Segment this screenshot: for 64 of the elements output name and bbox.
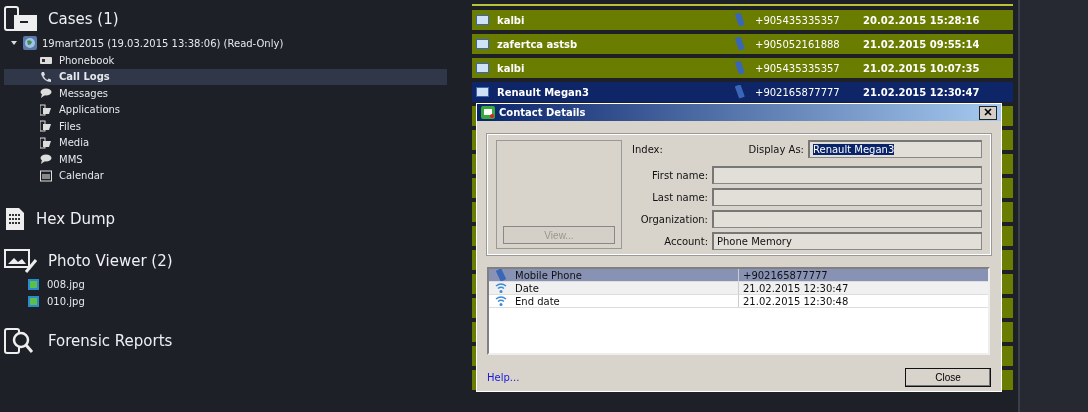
mobile-phone-icon bbox=[735, 61, 745, 75]
input-field[interactable] bbox=[712, 166, 982, 184]
field-label: First name: bbox=[651, 169, 708, 181]
globe-icon bbox=[23, 36, 37, 50]
wifi-icon bbox=[495, 295, 507, 307]
contact-icon bbox=[481, 106, 495, 119]
tree-item[interactable]: Calendar bbox=[4, 167, 447, 184]
file-item[interactable]: 008.jpg bbox=[47, 279, 85, 290]
folder-icon bbox=[40, 120, 52, 133]
tree-item[interactable]: Files bbox=[4, 118, 447, 135]
section-title[interactable]: Hex Dump bbox=[36, 210, 116, 228]
tree-item[interactable]: Applications bbox=[4, 101, 447, 118]
tree-item[interactable]: MMS bbox=[4, 151, 447, 168]
input-field[interactable] bbox=[712, 188, 982, 206]
section-title[interactable]: Forensic Reports bbox=[48, 332, 173, 350]
property-row[interactable]: End date 21.02.2015 12:30:48 bbox=[489, 295, 988, 308]
dialog-title: Contact Details bbox=[499, 107, 587, 118]
case-node[interactable]: 19mart2015 (19.03.2015 13:38:06) (Read-Only) bbox=[4, 34, 462, 52]
close-button[interactable] bbox=[979, 105, 997, 120]
tree-item[interactable]: Media bbox=[4, 134, 447, 151]
section-title[interactable]: Photo Viewer (2) bbox=[48, 252, 173, 270]
input-field[interactable] bbox=[712, 210, 982, 228]
property-row[interactable]: Mobile Phone +902165877777 bbox=[489, 269, 988, 282]
book-icon bbox=[40, 54, 52, 67]
mobile-phone-icon bbox=[735, 37, 745, 51]
field-label: Account: bbox=[663, 235, 708, 247]
message-icon bbox=[40, 153, 52, 166]
input-field[interactable]: Phone Memory bbox=[712, 232, 982, 250]
folder-icon bbox=[40, 136, 52, 149]
call-row[interactable]: kalbi +905435335357 20.02.2015 15:28:16 bbox=[472, 10, 1013, 30]
field-label: Organization: bbox=[639, 213, 708, 225]
wifi-icon bbox=[495, 282, 507, 294]
image-file-icon bbox=[28, 296, 39, 307]
contact-card-icon bbox=[476, 15, 489, 25]
message-icon bbox=[40, 87, 52, 100]
file-item[interactable]: 010.jpg bbox=[47, 296, 85, 307]
help-link[interactable]: Help... bbox=[487, 372, 520, 383]
mobile-phone-icon bbox=[495, 269, 507, 281]
section-title[interactable]: Cases (1) bbox=[48, 10, 119, 28]
tree-item[interactable]: Phonebook bbox=[4, 52, 447, 69]
field-label: Last name: bbox=[651, 191, 708, 203]
call-row[interactable]: zafertca astsb +905052161888 21.02.2015 09:55:14 bbox=[472, 34, 1013, 54]
calendar-icon bbox=[40, 169, 52, 182]
property-row[interactable]: Date 21.02.2015 12:30:47 bbox=[489, 282, 988, 295]
photo-edit-icon bbox=[4, 248, 38, 274]
binary-file-icon bbox=[4, 207, 26, 231]
image-file-icon bbox=[28, 279, 39, 290]
tree-item[interactable]: Call Logs bbox=[4, 68, 447, 85]
contact-card-icon bbox=[476, 63, 489, 73]
field-label: Index: bbox=[631, 143, 664, 155]
case-icon bbox=[4, 6, 38, 32]
input-field[interactable]: Renault Megan3 bbox=[808, 140, 982, 158]
call-row[interactable]: kalbi +905435335357 21.02.2015 10:07:35 bbox=[472, 58, 1013, 78]
call-row[interactable]: Renault Megan3 +902165877777 21.02.2015 12:30:47 bbox=[472, 82, 1013, 102]
contact-card-icon bbox=[476, 87, 489, 97]
mobile-phone-icon bbox=[735, 85, 745, 99]
mobile-phone-icon bbox=[735, 13, 745, 27]
field-label: Display As: bbox=[747, 143, 804, 155]
contact-card-icon bbox=[476, 39, 489, 49]
close-icon bbox=[984, 107, 992, 116]
folder-icon bbox=[40, 103, 52, 116]
phone-icon bbox=[40, 70, 52, 83]
close-dialog-button[interactable]: Close bbox=[905, 368, 991, 387]
tree-item[interactable]: Messages bbox=[4, 85, 447, 102]
